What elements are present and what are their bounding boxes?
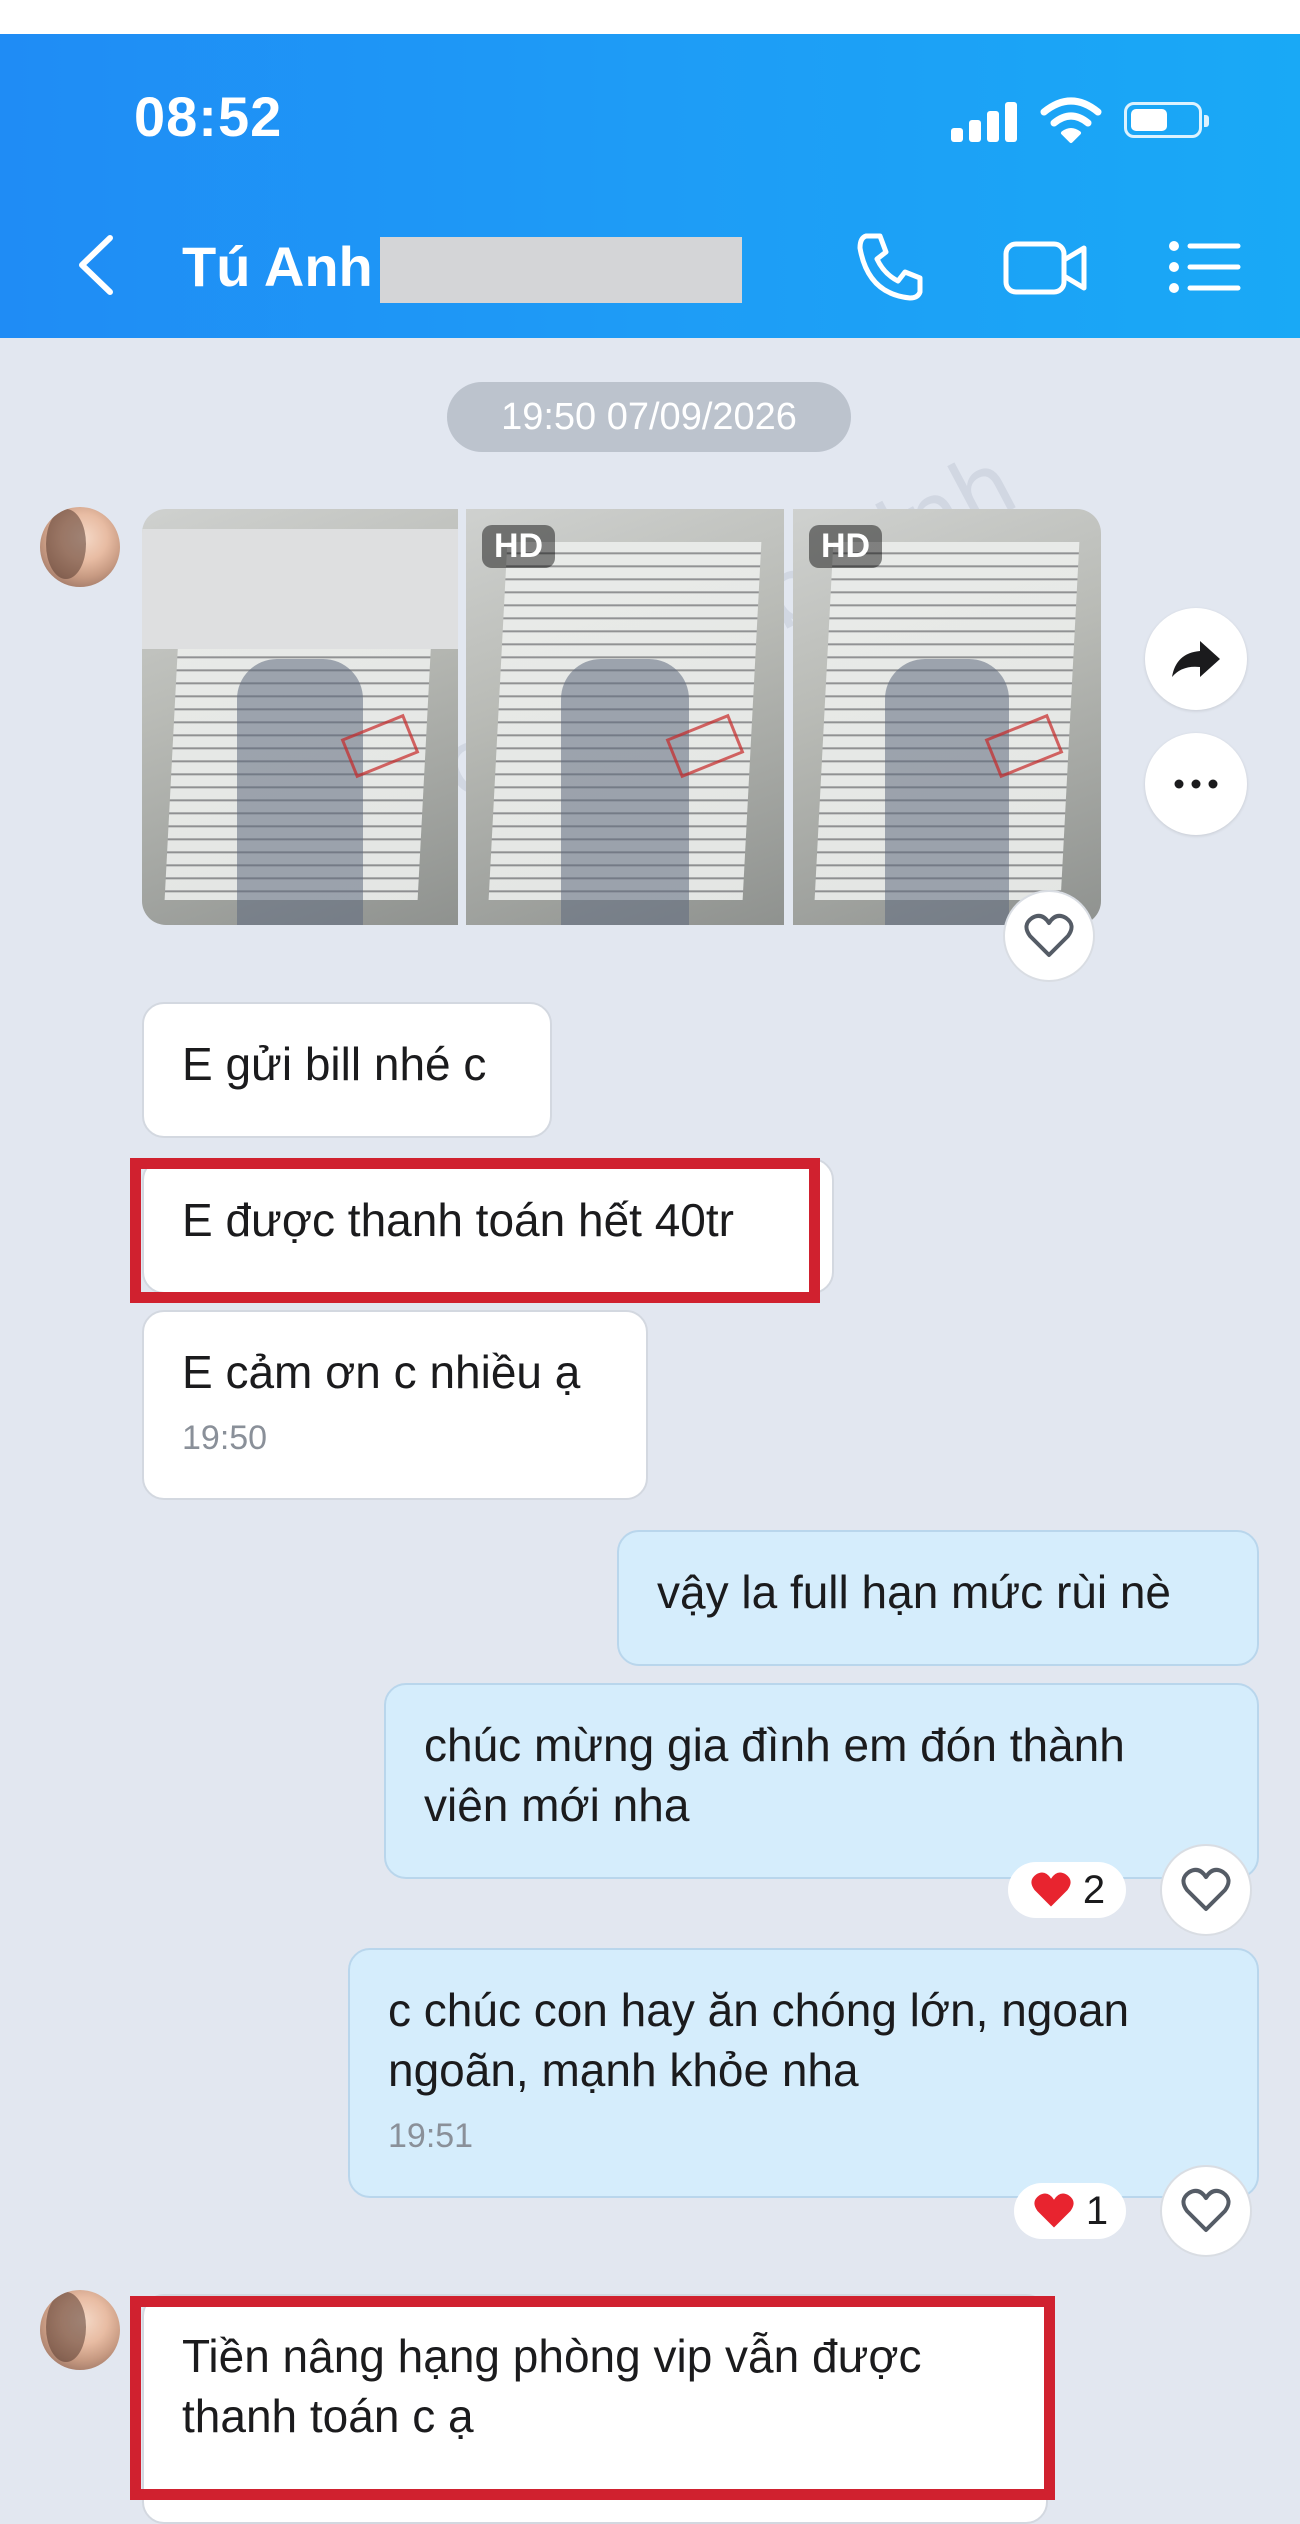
message-text: E cảm ơn c nhiều ạ — [182, 1346, 581, 1398]
heart-filled-icon — [1034, 2193, 1074, 2228]
message-text: vậy la full hạn mức rùi nè — [657, 1566, 1172, 1618]
contact-avatar[interactable] — [40, 507, 120, 587]
message-bubble-outgoing[interactable]: vậy la full hạn mức rùi nè — [617, 1530, 1259, 1666]
heart-outline-icon — [1181, 2188, 1231, 2232]
message-text: E gửi bill nhé c — [182, 1038, 487, 1090]
message-text: chúc mừng gia đình em đón thành viên mới… — [424, 1719, 1125, 1831]
message-bubble-outgoing[interactable]: chúc mừng gia đình em đón thành viên mới… — [384, 1683, 1259, 1879]
back-chevron-icon[interactable] — [72, 232, 122, 298]
photo-attachment-1[interactable] — [142, 509, 458, 925]
phone-icon[interactable] — [848, 226, 930, 308]
contact-name[interactable]: Tú Anh — [182, 234, 373, 299]
heart-outline-icon — [1181, 1867, 1231, 1911]
contact-avatar[interactable] — [40, 2290, 120, 2370]
heart-outline-icon — [1024, 913, 1074, 957]
hd-badge: HD — [809, 525, 883, 568]
message-time: 19:51 — [388, 2117, 474, 2155]
message-text: c chúc con hay ăn chóng lớn, ngoan ngoãn… — [388, 1984, 1130, 2096]
reaction-count: 2 — [1082, 1867, 1106, 1912]
message-bubble-incoming[interactable]: E gửi bill nhé c — [142, 1002, 552, 1138]
more-options-button[interactable] — [1145, 733, 1247, 835]
reaction-badge[interactable]: 2 — [1008, 1862, 1126, 1918]
forward-button[interactable] — [1145, 608, 1247, 710]
redacted-name-block — [380, 237, 742, 303]
more-dots-icon — [1174, 779, 1218, 789]
status-bar-time: 08:52 — [134, 85, 283, 148]
react-heart-button[interactable] — [1160, 1844, 1252, 1936]
top-white-strip — [0, 0, 1300, 34]
highlight-box — [130, 1158, 820, 1303]
photo-attachment-2[interactable]: HD — [466, 509, 784, 925]
menu-list-icon[interactable] — [1164, 226, 1246, 308]
wifi-icon — [1040, 97, 1102, 143]
hd-badge: HD — [482, 525, 556, 568]
react-heart-button[interactable] — [1003, 890, 1095, 982]
react-heart-button[interactable] — [1160, 2165, 1252, 2257]
highlight-box — [130, 2296, 1055, 2500]
heart-filled-icon — [1031, 1872, 1071, 1907]
cellular-signal-icon — [951, 100, 1017, 142]
redacted-photo-area — [142, 529, 458, 649]
message-time: 19:50 — [182, 1419, 268, 1457]
photo-attachment-3[interactable]: HD — [793, 509, 1101, 925]
video-camera-icon[interactable] — [1002, 226, 1090, 308]
battery-icon — [1124, 102, 1209, 138]
reaction-badge[interactable]: 1 — [1014, 2183, 1126, 2239]
message-bubble-incoming[interactable]: E cảm ơn c nhiều ạ 19:50 — [142, 1310, 648, 1500]
reaction-count: 1 — [1085, 2188, 1109, 2233]
forward-share-icon — [1172, 641, 1220, 677]
message-bubble-outgoing[interactable]: c chúc con hay ăn chóng lớn, ngoan ngoãn… — [348, 1948, 1259, 2198]
